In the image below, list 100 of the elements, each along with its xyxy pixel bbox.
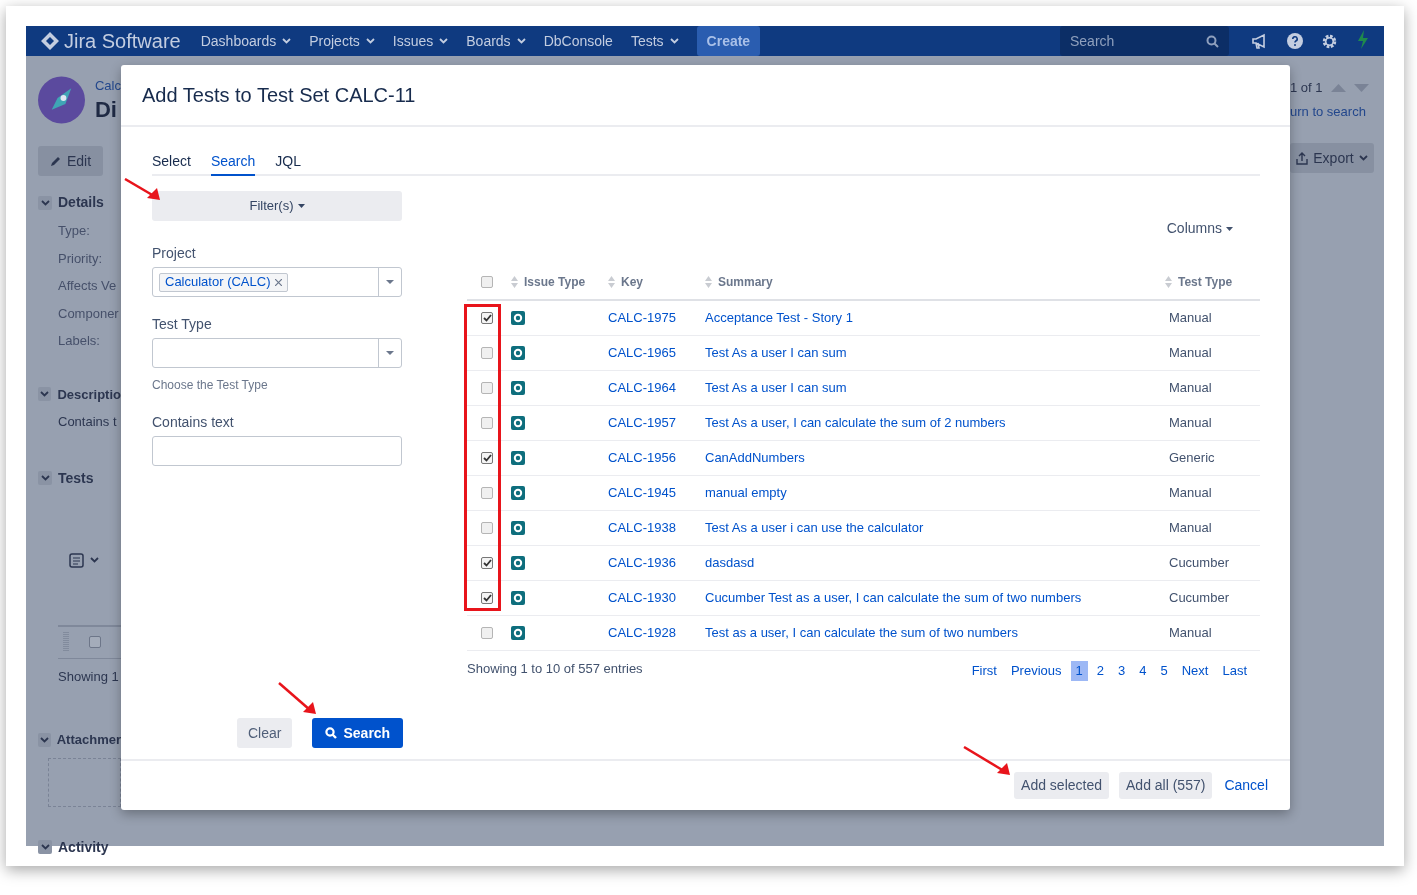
settings-icon[interactable] [1321,32,1338,50]
test-type-icon [511,556,525,570]
expand-toggle[interactable] [38,387,52,402]
project-link[interactable]: Calc [95,76,121,96]
issue-key-link[interactable]: CALC-1938 [608,518,676,538]
pagination-link[interactable]: Previous [1005,661,1067,681]
pagination-link[interactable]: Next [1176,661,1214,681]
chevron-down-icon [39,736,49,743]
summary-link[interactable]: CanAddNumbers [705,448,805,468]
issue-key-link[interactable]: CALC-1957 [608,413,676,433]
summary-link[interactable]: dasdasd [705,553,755,573]
table-cell-text: Manual [1168,379,1212,398]
pager-text: 1 of 1 [1290,79,1323,97]
checkbox[interactable] [481,347,493,359]
checkbox[interactable] [89,636,101,648]
list-edit-icon[interactable] [69,552,101,569]
column-header[interactable]: Issue Type [524,273,586,291]
column-header[interactable]: Summary [718,273,773,291]
checkbox[interactable] [481,592,493,604]
clear-button[interactable]: Clear [237,718,293,748]
pagination-link[interactable]: 3 [1113,661,1131,681]
expand-toggle[interactable] [38,840,52,854]
summary-link[interactable]: Acceptance Test - Story 1 [705,308,853,328]
expand-toggle[interactable] [38,471,52,485]
test-type-icon [511,591,525,605]
previous-issue-icon[interactable] [1330,83,1346,92]
issue-key-link[interactable]: CALC-1936 [608,553,676,573]
test-type-icon [511,416,525,430]
chevron-down-icon [439,38,449,44]
test-type-icon [511,381,525,395]
test-type-select[interactable] [152,338,402,368]
pagination-link[interactable]: First [966,661,1002,681]
column-header[interactable]: Key [621,273,643,291]
product-logo[interactable]: Jira Software [64,26,181,56]
checkbox[interactable] [481,452,493,464]
checkbox[interactable] [481,487,493,499]
checkbox[interactable] [481,417,493,429]
export-button[interactable]: Export [1290,143,1374,173]
issue-key-link[interactable]: CALC-1928 [608,623,676,643]
summary-link[interactable]: Cucumber Test as a user, I can calculate the sum of two numbers [705,588,1082,608]
summary-link[interactable]: manual empty [705,483,787,503]
test-type-icon [511,626,525,640]
cancel-link[interactable]: Cancel [1222,775,1270,796]
checkbox[interactable] [481,382,493,394]
help-icon[interactable] [1287,33,1303,49]
columns-dropdown-button[interactable]: Columns [1166,218,1233,239]
checkbox[interactable] [481,627,493,639]
issue-key-link[interactable]: CALC-1956 [608,448,676,468]
nav-menu-item[interactable]: Projects [309,30,375,52]
search-button[interactable]: Search [312,718,404,748]
pagination-link[interactable]: 4 [1134,661,1152,681]
nav-menu-item[interactable]: Issues [392,30,449,52]
project-select[interactable]: Calculator (CALC) [152,267,402,297]
expand-toggle[interactable] [38,195,52,210]
tab[interactable]: JQL [275,149,301,176]
checkbox[interactable] [481,557,493,569]
nav-menu-item[interactable]: Boards [466,30,526,52]
edit-button[interactable]: Edit [38,146,103,176]
chevron-down-icon [40,391,50,398]
pagination-link[interactable]: Last [1217,661,1252,681]
summary-link[interactable]: Test as a user, I can calculate the sum of two numbers [705,623,1018,643]
issue-key-link[interactable]: CALC-1975 [608,308,676,328]
add-selected-button[interactable]: Add selected [1014,772,1109,799]
tab[interactable]: Search [210,149,256,176]
return-to-search-link[interactable]: urn to search [1290,101,1374,121]
contains-text-field[interactable] [152,436,402,466]
filters-dropdown-button[interactable]: Filter(s) [152,191,402,221]
caret-icon [386,280,394,284]
summary-link[interactable]: Test As a user i can use the calculator [705,518,924,538]
table-cell-text: Manual [1168,484,1212,503]
checkbox[interactable] [481,276,493,288]
sort-icon [511,276,518,288]
checkbox[interactable] [481,522,493,534]
column-header[interactable]: Test Type [1178,273,1233,291]
pagination-link[interactable]: 1 [1070,661,1088,681]
summary-link[interactable]: Test As a user, I can calculate the sum of 2 numbers [705,413,1006,433]
pagination-link[interactable]: 2 [1091,661,1109,681]
search-field[interactable]: Search [1060,26,1229,56]
logo-icon [40,31,60,51]
chevron-down-icon [40,844,50,850]
tab[interactable]: Select [152,149,191,176]
showing-text: Showing 1 [58,667,120,686]
summary-link[interactable]: Test As a user I can sum [705,378,847,398]
issue-key-link[interactable]: CALC-1964 [608,378,676,398]
add-all-button[interactable]: Add all (557) [1119,772,1213,799]
field-label: Type: [58,222,91,240]
search-icon [325,727,338,739]
caret-icon [386,351,394,355]
pagination-link[interactable]: 5 [1155,661,1173,681]
checkbox[interactable] [481,312,493,324]
issue-key-link[interactable]: CALC-1965 [608,343,676,363]
nav-menu-item[interactable]: Dashboards [200,30,292,52]
next-issue-icon[interactable] [1353,83,1369,92]
issue-key-link[interactable]: CALC-1930 [608,588,676,608]
caret-icon [1226,226,1233,231]
summary-link[interactable]: Test As a user I can sum [705,343,847,363]
issue-key-link[interactable]: CALC-1945 [608,483,676,503]
nav-menu-item[interactable]: Tests [630,30,679,52]
expand-toggle[interactable] [38,732,51,747]
nav-menu-item[interactable]: DbConsole [543,30,613,52]
